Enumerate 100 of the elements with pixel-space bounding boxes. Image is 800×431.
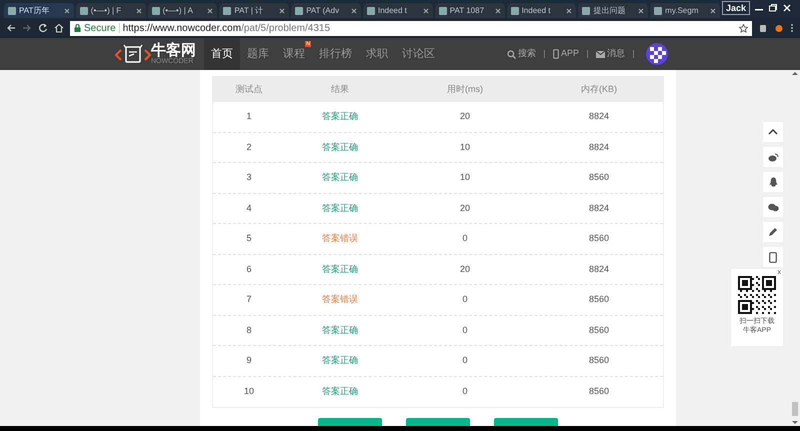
restore-icon[interactable] (768, 3, 778, 13)
table-cell-text: 8824 (588, 110, 610, 123)
table-cell-text: 0 (461, 293, 468, 306)
browser-tab[interactable]: my.Segm (650, 3, 720, 18)
browser-tab[interactable]: Indeed t (362, 3, 433, 18)
column-header: 结果 (330, 82, 350, 96)
envelope-icon[interactable] (596, 50, 605, 58)
table-cell-text: 0 (461, 324, 468, 336)
share-button[interactable] (763, 172, 783, 192)
table-cell-text: 10 (458, 140, 471, 154)
browser-tab[interactable]: PAT | 计 (219, 3, 290, 18)
phone-icon[interactable] (552, 49, 559, 59)
favicon-icon (510, 6, 519, 14)
column-header: 内存(KB) (580, 82, 618, 96)
browser-tab[interactable]: 提出问题 (578, 3, 648, 18)
messages-link[interactable]: 消息 (607, 47, 625, 61)
qr-code-icon (738, 276, 776, 314)
chevron-up-icon (768, 129, 778, 135)
favicon-icon (438, 6, 447, 14)
table-cell-text: 答案错误 (321, 293, 359, 306)
browser-tab[interactable]: Indeed t (506, 3, 576, 18)
table-cell-text: 1 (245, 110, 252, 123)
lock-icon (74, 24, 81, 32)
share-button[interactable] (763, 147, 783, 167)
browser-tab[interactable]: PAT历年 (4, 3, 74, 18)
table-cell-text: 答案正确 (321, 202, 359, 214)
nav-link[interactable]: 首页 (204, 38, 240, 70)
nav-link[interactable]: 题库 (240, 38, 276, 70)
nav-link[interactable]: 求职 (359, 38, 395, 70)
table-cell-text: 8 (245, 324, 252, 336)
table-cell-text: 0 (461, 232, 468, 245)
favicon-icon (654, 6, 662, 14)
table-cell-text: 8560 (588, 171, 610, 184)
profile-button[interactable]: Jack (722, 1, 750, 15)
table-cell-text: 8824 (588, 202, 610, 214)
table-cell-text: 答案正确 (321, 354, 359, 367)
chat-bubbles-icon (768, 202, 778, 212)
favicon-icon (8, 6, 16, 14)
browser-tab[interactable]: PAT 1087 (434, 3, 505, 18)
table-cell-text: 9 (245, 354, 252, 367)
url-text: https://www.nowcoder.com/pat/5/problem/4315 (122, 22, 330, 36)
table-cell-text: 8560 (588, 385, 610, 398)
table-cell-text: 2 (245, 140, 252, 154)
scrollbar[interactable] (790, 70, 800, 426)
share-button[interactable] (763, 197, 783, 217)
favicon-icon (295, 6, 304, 14)
table-cell-text: 3 (245, 171, 252, 184)
forward-icon[interactable] (22, 23, 32, 33)
scroll-thumb[interactable] (792, 402, 798, 416)
table-cell-text: 8824 (588, 140, 610, 154)
table-cell-text: 答案正确 (321, 171, 359, 184)
nav-link[interactable]: 排行榜 (312, 38, 359, 70)
nav-link[interactable]: 讨论区 (395, 38, 442, 70)
penguin-icon (768, 177, 778, 187)
back-icon[interactable] (6, 23, 16, 33)
weibo-icon (768, 152, 778, 162)
table-cell-text: 答案正确 (321, 385, 359, 398)
favicon-icon (152, 6, 160, 14)
column-header: 用时(ms) (446, 82, 484, 96)
reload-icon[interactable] (38, 23, 48, 33)
avatar[interactable] (646, 43, 668, 65)
favicon-icon (80, 6, 88, 14)
table-cell-text: 8824 (588, 262, 610, 276)
feedback-button[interactable] (763, 222, 783, 242)
table-cell-text: 20 (458, 202, 471, 214)
favicon-icon (223, 6, 232, 14)
favicon-icon (582, 6, 590, 14)
table-cell-text: 答案错误 (321, 232, 359, 245)
favicon-icon (366, 6, 375, 14)
table-cell-text: 答案正确 (321, 110, 359, 123)
search-link[interactable]: 搜索 (518, 47, 536, 61)
star-icon[interactable] (739, 24, 748, 32)
pencil-icon (768, 227, 778, 237)
browser-tab[interactable]: PAT (Adv (291, 3, 361, 18)
table-cell-text: 20 (458, 262, 471, 276)
menu-icon[interactable] (790, 23, 794, 33)
home-icon[interactable] (54, 23, 64, 33)
table-cell-text: 10 (242, 385, 255, 398)
secure-label: Secure (84, 22, 116, 36)
table-cell-text: 8560 (588, 293, 610, 306)
table-cell-text: 7 (245, 293, 252, 306)
address-bar[interactable]: Secure https://www.nowcoder.com/pat/5/problem/4315 (70, 20, 752, 36)
table-cell-text: 20 (458, 110, 471, 123)
browser-tab[interactable]: (•—•) | A (148, 3, 218, 18)
table-cell-text: 答案正确 (321, 324, 359, 336)
mobile-button[interactable] (763, 247, 783, 267)
table-cell-text: 0 (461, 354, 468, 367)
tablet-icon (769, 252, 777, 262)
search-icon[interactable] (506, 50, 516, 58)
back-to-top-button[interactable] (763, 122, 783, 142)
table-cell-text: 8560 (588, 232, 610, 245)
logo-icon[interactable] (115, 42, 151, 66)
table-cell-text: 6 (245, 262, 252, 276)
table-cell-text: 答案正确 (321, 140, 359, 154)
table-cell-text: 8560 (588, 354, 610, 367)
table-cell-text: 10 (458, 171, 471, 184)
logo-text[interactable]: 牛客网 (151, 43, 196, 58)
browser-tab[interactable]: (•—•) | F (76, 3, 146, 18)
table-cell-text: 5 (245, 232, 252, 245)
app-link[interactable]: APP (560, 47, 579, 61)
